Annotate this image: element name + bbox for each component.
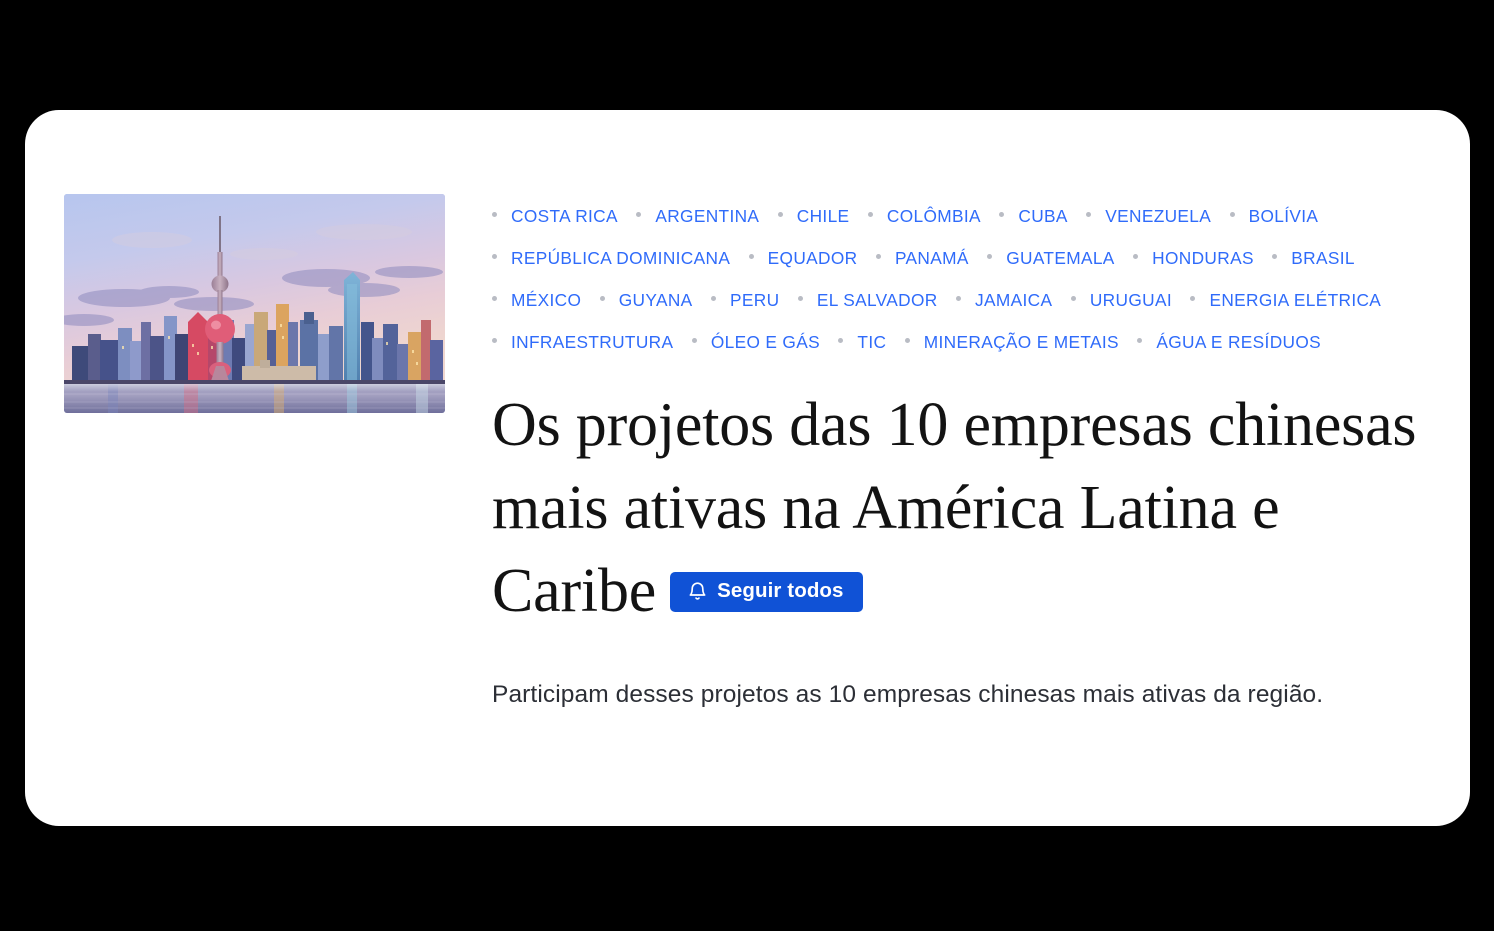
bullet-dot-icon bbox=[956, 296, 962, 302]
tag-link-venezuela[interactable]: VENEZUELA bbox=[1105, 206, 1211, 226]
list-item: ÁGUA E RESÍDUOS bbox=[1137, 322, 1321, 364]
list-item: PERU bbox=[711, 280, 779, 322]
list-item: EQUADOR bbox=[748, 238, 858, 280]
tag-link-el-salvador[interactable]: EL SALVADOR bbox=[817, 290, 938, 310]
shanghai-skyline-illustration bbox=[64, 194, 445, 413]
tag-link-peru[interactable]: PERU bbox=[730, 290, 779, 310]
bullet-dot-icon bbox=[1086, 212, 1092, 218]
list-item: INFRAESTRUTURA bbox=[492, 322, 673, 364]
bullet-dot-icon bbox=[999, 212, 1005, 218]
bullet-dot-icon bbox=[492, 338, 497, 344]
list-item: HONDURAS bbox=[1133, 238, 1254, 280]
bullet-dot-icon bbox=[867, 212, 873, 218]
bell-icon bbox=[687, 581, 708, 602]
tag-link-bolivia[interactable]: BOLÍVIA bbox=[1249, 206, 1319, 226]
bullet-dot-icon bbox=[1229, 212, 1235, 218]
tag-link-mineracao-e-metais[interactable]: MINERAÇÃO E METAIS bbox=[924, 332, 1119, 352]
bullet-dot-icon bbox=[636, 212, 642, 218]
tag-link-mexico[interactable]: MÉXICO bbox=[511, 290, 581, 310]
list-item: REPÚBLICA DOMINICANA bbox=[492, 238, 730, 280]
bullet-dot-icon bbox=[711, 296, 716, 302]
list-item: CHILE bbox=[777, 196, 850, 238]
follow-all-button[interactable]: Seguir todos bbox=[670, 571, 863, 612]
article-subtitle: Participam desses projetos as 10 empresa… bbox=[492, 680, 1324, 708]
bullet-dot-icon bbox=[1190, 296, 1196, 302]
tag-link-energia-eletrica[interactable]: ENERGIA ELÉTRICA bbox=[1209, 290, 1381, 310]
tag-link-infraestrutura[interactable]: INFRAESTRUTURA bbox=[511, 332, 673, 352]
tag-link-agua-e-residuos[interactable]: ÁGUA E RESÍDUOS bbox=[1156, 332, 1321, 352]
tag-link-guatemala[interactable]: GUATEMALA bbox=[1006, 248, 1114, 268]
bullet-dot-icon bbox=[777, 212, 783, 218]
list-item: COSTA RICA bbox=[492, 196, 618, 238]
bullet-dot-icon bbox=[1272, 254, 1278, 260]
list-item: ENERGIA ELÉTRICA bbox=[1190, 280, 1381, 322]
bullet-dot-icon bbox=[838, 338, 844, 344]
tag-link-brasil[interactable]: BRASIL bbox=[1291, 248, 1355, 268]
bullet-dot-icon bbox=[797, 296, 803, 302]
list-item: BOLÍVIA bbox=[1229, 196, 1319, 238]
article-thumbnail[interactable] bbox=[64, 194, 445, 413]
follow-all-label: Seguir todos bbox=[717, 579, 844, 602]
bullet-dot-icon bbox=[1070, 296, 1076, 302]
list-item: EL SALVADOR bbox=[797, 280, 938, 322]
list-item: MÉXICO bbox=[492, 280, 581, 322]
list-item: MINERAÇÃO E METAIS bbox=[904, 322, 1119, 364]
tag-link-oleo-e-gas[interactable]: ÓLEO E GÁS bbox=[711, 332, 820, 352]
bullet-dot-icon bbox=[492, 212, 497, 218]
page-viewport: COSTA RICA ARGENTINA CHILE COLÔMBIA CUBA… bbox=[0, 0, 1494, 931]
tag-link-chile[interactable]: CHILE bbox=[797, 206, 850, 226]
tag-link-jamaica[interactable]: JAMAICA bbox=[975, 290, 1052, 310]
topic-tag-list: COSTA RICA ARGENTINA CHILE COLÔMBIA CUBA… bbox=[492, 196, 1397, 364]
bullet-dot-icon bbox=[904, 338, 910, 344]
bullet-dot-icon bbox=[1137, 338, 1143, 344]
tag-link-panama[interactable]: PANAMÁ bbox=[895, 248, 969, 268]
bullet-dot-icon bbox=[987, 254, 993, 260]
tag-link-tic[interactable]: TIC bbox=[857, 332, 886, 352]
tag-link-guyana[interactable]: GUYANA bbox=[619, 290, 693, 310]
list-item: GUATEMALA bbox=[987, 238, 1114, 280]
article-card: COSTA RICA ARGENTINA CHILE COLÔMBIA CUBA… bbox=[25, 110, 1470, 826]
list-item: GUYANA bbox=[599, 280, 693, 322]
list-item: ÓLEO E GÁS bbox=[691, 322, 820, 364]
list-item: BRASIL bbox=[1272, 238, 1355, 280]
bullet-dot-icon bbox=[748, 254, 754, 260]
tag-link-cuba[interactable]: CUBA bbox=[1018, 206, 1067, 226]
list-item: VENEZUELA bbox=[1086, 196, 1211, 238]
tag-link-colombia[interactable]: COLÔMBIA bbox=[887, 206, 981, 226]
headline-text: Os projetos das 10 empresas chinesas mai… bbox=[492, 390, 1417, 625]
tag-link-uruguai[interactable]: URUGUAI bbox=[1090, 290, 1172, 310]
tag-link-costa-rica[interactable]: COSTA RICA bbox=[511, 206, 618, 226]
bullet-dot-icon bbox=[691, 338, 697, 344]
list-item: COLÔMBIA bbox=[867, 196, 981, 238]
tag-link-honduras[interactable]: HONDURAS bbox=[1152, 248, 1254, 268]
bullet-dot-icon bbox=[492, 254, 497, 260]
list-item: TIC bbox=[838, 322, 886, 364]
page-title: Os projetos das 10 empresas chinesas mai… bbox=[492, 384, 1417, 633]
list-item: JAMAICA bbox=[956, 280, 1052, 322]
bullet-dot-icon bbox=[1133, 254, 1139, 260]
list-item: CUBA bbox=[999, 196, 1067, 238]
list-item: PANAMÁ bbox=[875, 238, 969, 280]
list-item: URUGUAI bbox=[1070, 280, 1172, 322]
tag-link-republica-dominicana[interactable]: REPÚBLICA DOMINICANA bbox=[511, 248, 730, 268]
article-content: COSTA RICA ARGENTINA CHILE COLÔMBIA CUBA… bbox=[492, 196, 1422, 712]
tag-link-equador[interactable]: EQUADOR bbox=[768, 248, 858, 268]
list-item: ARGENTINA bbox=[636, 196, 759, 238]
bullet-dot-icon bbox=[599, 296, 605, 302]
bullet-dot-icon bbox=[875, 254, 881, 260]
tag-link-argentina[interactable]: ARGENTINA bbox=[655, 206, 759, 226]
bullet-dot-icon bbox=[492, 296, 497, 302]
